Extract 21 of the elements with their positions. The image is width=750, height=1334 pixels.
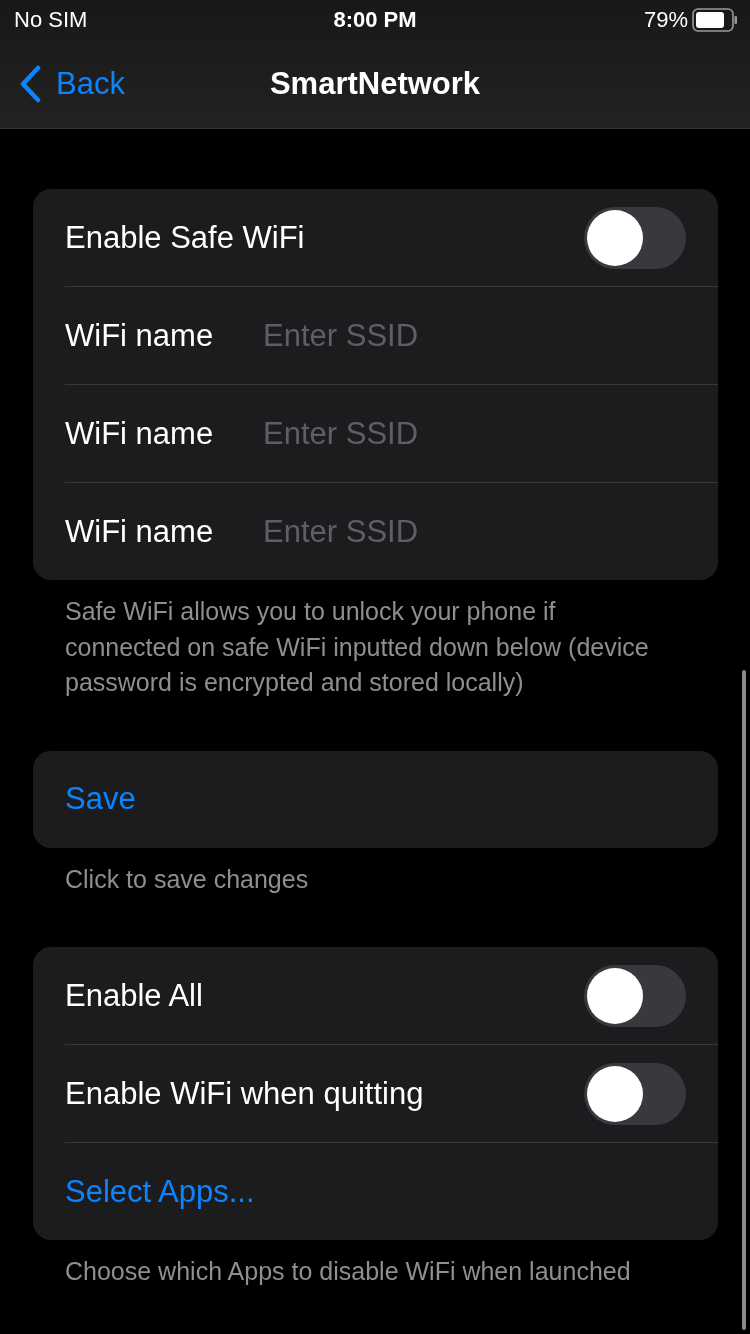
battery-percent: 79% [643,7,688,33]
ssid-input-field[interactable]: Enter SSID [263,317,686,354]
ssid-input-field[interactable]: Enter SSID [263,415,686,452]
section-footer: Safe WiFi allows you to unlock your phone if connected on safe WiFi inputted down below (device password is encrypted and stored locally) [33,580,665,701]
action-link[interactable]: Save [65,781,136,817]
field-label: WiFi name [65,415,215,452]
field-label: WiFi name [65,317,215,354]
battery-icon [692,8,738,32]
row-label: Enable Safe WiFi [65,219,306,256]
row-label: Enable All [65,977,204,1014]
back-button[interactable]: Back [0,65,125,103]
carrier-label: No SIM [14,7,88,33]
action-link[interactable]: Select Apps... [65,1173,255,1210]
chevron-left-icon [18,65,42,103]
field-label: WiFi name [65,513,215,550]
row-label: Enable WiFi when quitting [65,1075,425,1112]
clock-time: 8:00 PM [333,7,417,33]
screen-title: SmartNetwork [269,66,481,102]
section-footer: Click to save changes [33,847,665,897]
section-footer: Choose which Apps to disable WiFi when launched [33,1240,665,1290]
ssid-input-field[interactable]: Enter SSID [263,513,686,550]
